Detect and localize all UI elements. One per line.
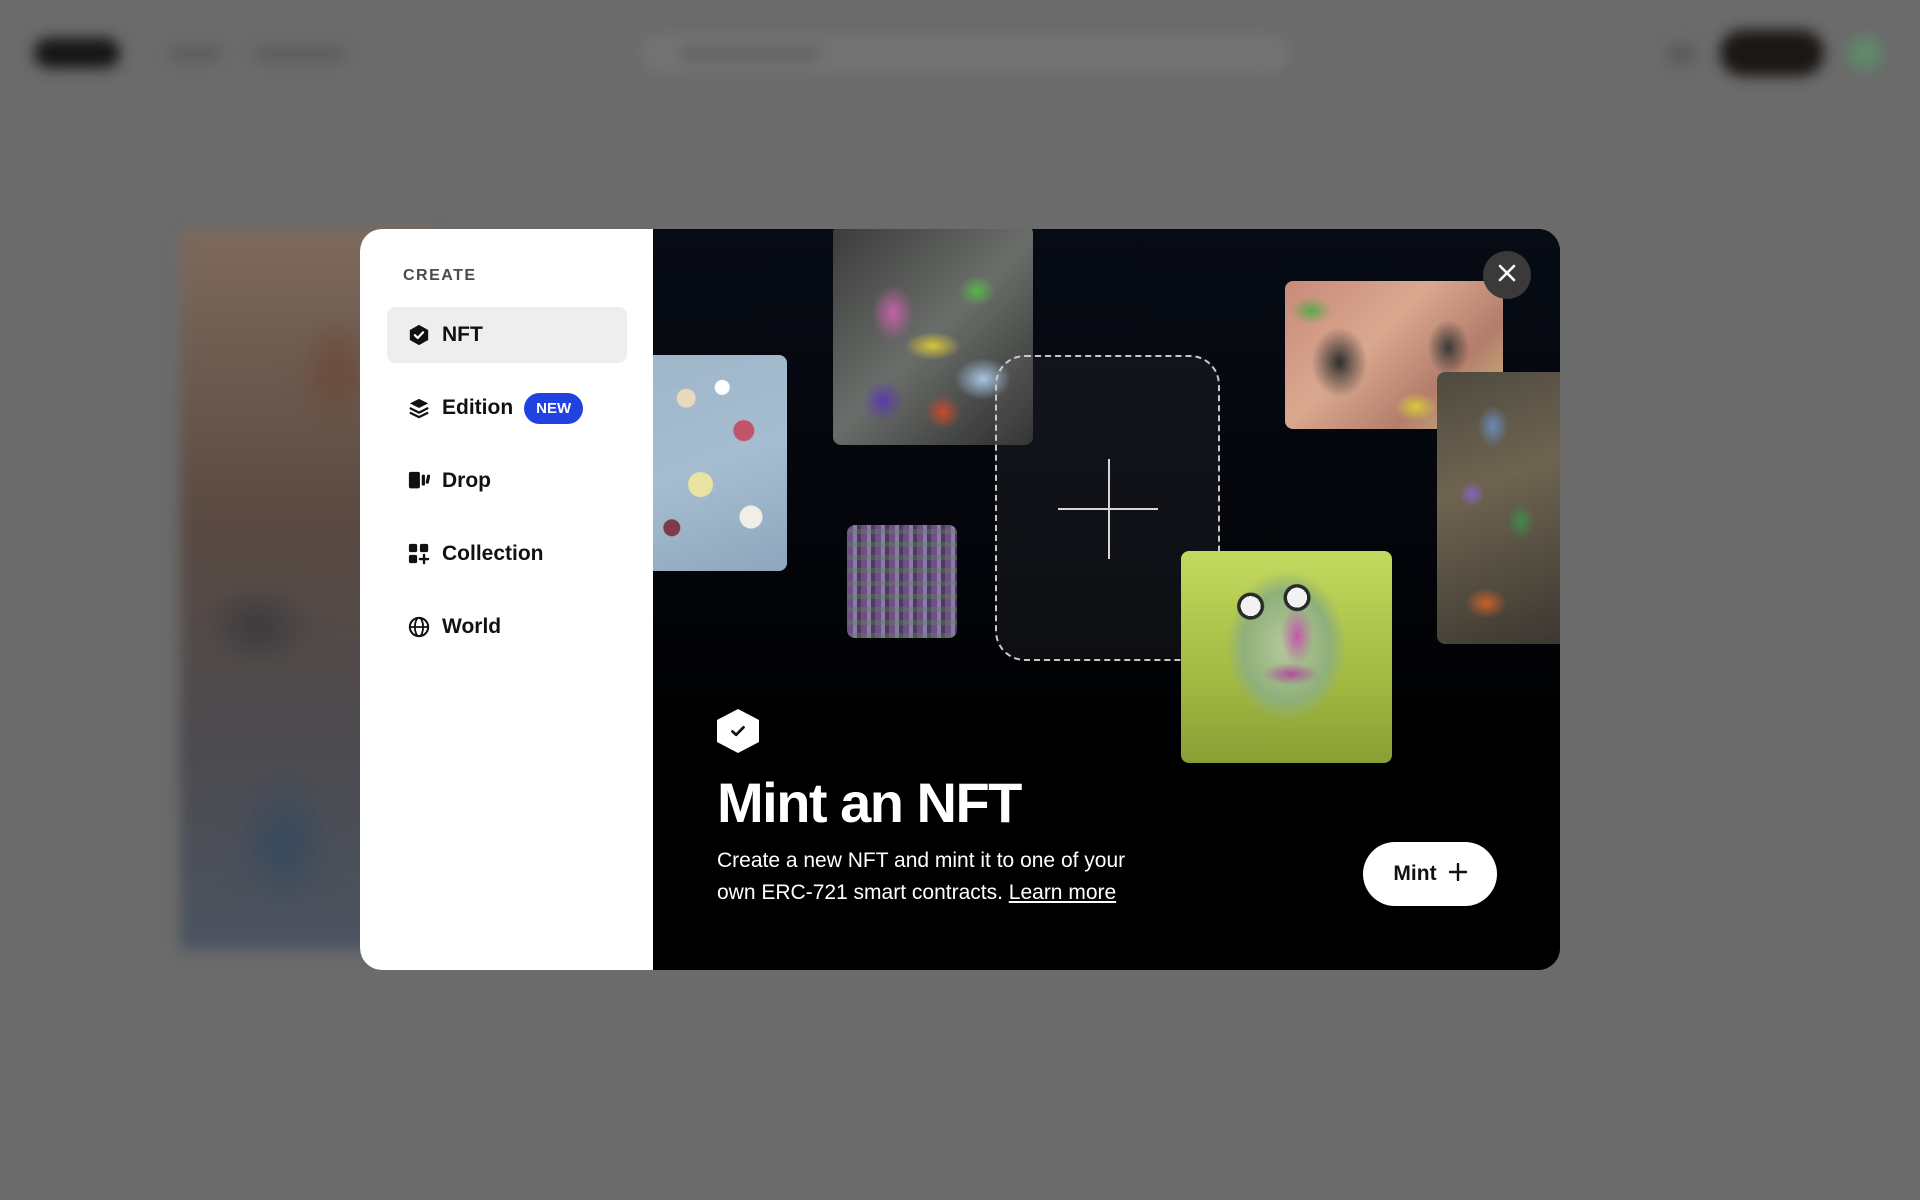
menu-item-label: Edition [442,396,514,419]
shield-check-icon [407,323,431,347]
drop-icon [407,469,431,493]
bg-nav-item [255,48,345,60]
menu-item-label: Collection [442,542,544,565]
mint-button[interactable]: Mint [1363,842,1497,906]
bg-icon [1668,44,1694,64]
close-button[interactable] [1483,251,1531,299]
bg-button [1720,30,1824,76]
artwork-thumbnail [653,355,787,571]
artwork-thumbnail [847,525,957,638]
menu-item-label: Drop [442,469,491,492]
menu-item-label: World [442,615,502,638]
create-menu: CREATE NFT Edition NEW Drop Collection W… [360,229,653,970]
new-badge: NEW [524,392,584,424]
close-icon [1498,264,1516,287]
menu-item-drop[interactable]: Drop [387,453,627,509]
menu-item-collection[interactable]: Collection [387,526,627,582]
bg-logo [34,38,120,68]
collection-grid-icon [407,542,431,566]
hero-panel: Mint an NFT Create a new NFT and mint it… [653,229,1560,970]
plus-icon [1448,862,1467,886]
learn-more-link[interactable]: Learn more [1009,881,1116,904]
mint-button-label: Mint [1393,862,1437,885]
menu-item-label: NFT [442,323,483,346]
create-modal: CREATE NFT Edition NEW Drop Collection W… [360,229,1560,970]
artwork-thumbnail [1437,372,1560,644]
menu-item-edition[interactable]: Edition NEW [387,380,627,436]
bg-nav-item [170,48,220,60]
nft-shield-icon [717,709,759,753]
bg-avatar [1848,36,1882,70]
hero-title: Mint an NFT [717,771,1022,834]
layers-icon [407,396,431,420]
plus-icon-horizontal [1058,508,1158,510]
menu-item-nft[interactable]: NFT [387,307,627,363]
bg-search-text [680,48,820,60]
globe-icon [407,615,431,639]
menu-heading: CREATE [403,267,477,284]
menu-item-world[interactable]: World [387,599,627,655]
hero-description: Create a new NFT and mint it to one of y… [717,845,1157,909]
